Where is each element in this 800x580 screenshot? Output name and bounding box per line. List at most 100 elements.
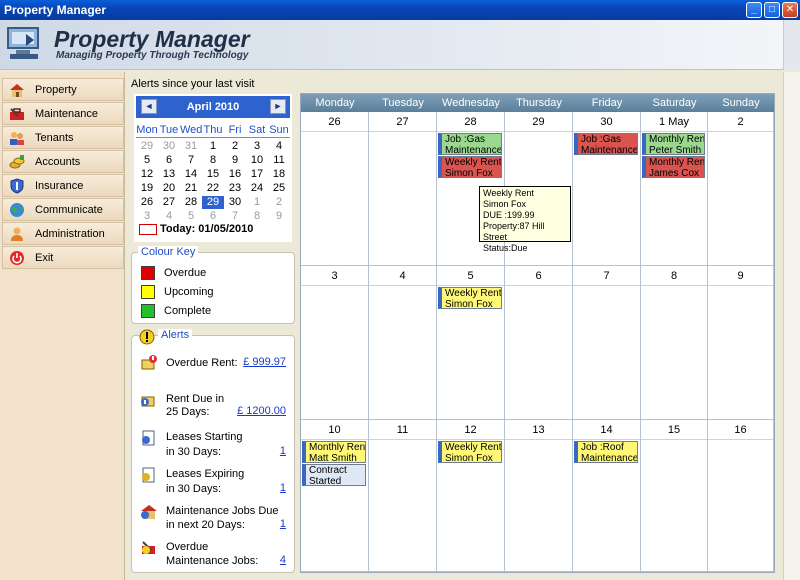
mini-calendar-day[interactable]: 29	[136, 140, 158, 153]
close-button[interactable]: ✕	[782, 2, 798, 18]
mini-calendar-day[interactable]: 6	[202, 210, 224, 223]
sidebar-item-insurance[interactable]: Insurance	[2, 174, 124, 197]
mini-calendar-day[interactable]: 2	[224, 140, 246, 153]
mini-calendar-day[interactable]: 3	[246, 140, 268, 153]
mini-calendar-day[interactable]: 23	[224, 182, 246, 195]
user-icon	[11, 227, 23, 241]
calendar-day-cell[interactable]: 7	[573, 266, 641, 420]
mini-calendar-day[interactable]: 2	[268, 196, 290, 209]
mini-calendar-day[interactable]: 7	[180, 154, 202, 167]
calendar-day-cell[interactable]: 13	[505, 420, 573, 572]
calendar-day-cell[interactable]: 27	[369, 112, 437, 266]
today-label[interactable]: Today: 01/05/2010	[160, 223, 253, 235]
mini-calendar-day[interactable]: 1	[202, 140, 224, 153]
sidebar-item-tenants[interactable]: Tenants	[2, 126, 124, 149]
mini-calendar-day[interactable]: 29	[202, 196, 224, 209]
calendar-event[interactable]: Monthly Rent James Cox	[642, 156, 705, 178]
sidebar-item-label: Communicate	[35, 204, 103, 216]
mini-calendar-day[interactable]: 7	[224, 210, 246, 223]
mini-calendar-day[interactable]: 21	[180, 182, 202, 195]
calendar-day-number: 8	[670, 270, 678, 282]
calendar-event[interactable]: Job :Gas Maintenance	[574, 133, 638, 155]
mini-calendar-day[interactable]: 27	[158, 196, 180, 209]
calendar-event[interactable]: Weekly Rent Simon Fox	[438, 441, 502, 463]
mini-calendar-day[interactable]: 14	[180, 168, 202, 181]
mini-calendar-day[interactable]: 19	[136, 182, 158, 195]
mini-calendar-day[interactable]: 1	[246, 196, 268, 209]
maintenance-overdue-value[interactable]: 4	[280, 554, 286, 566]
calendar-day-cell[interactable]: 11	[369, 420, 437, 572]
rent-due-value[interactable]: £ 1200.00	[237, 405, 286, 417]
banner-scrollbar[interactable]	[783, 20, 800, 70]
sidebar-item-communicate[interactable]: Communicate	[2, 198, 124, 221]
calendar-day-cell[interactable]: 9	[708, 266, 774, 420]
mini-calendar-day[interactable]: 24	[246, 182, 268, 195]
calendar-event[interactable]: Contract Started	[302, 464, 366, 486]
calendar-day-cell[interactable]: 26	[301, 112, 369, 266]
calendar-day-cell[interactable]: 16	[708, 420, 774, 572]
mini-calendar-day[interactable]: 31	[180, 140, 202, 153]
mini-calendar-day[interactable]: 16	[224, 168, 246, 181]
maintenance-due-days: in next 20 Days:	[166, 519, 245, 531]
overdue-label: Overdue	[164, 267, 207, 279]
mini-calendar-day[interactable]: 5	[180, 210, 202, 223]
leases-expiring-value[interactable]: 1	[280, 482, 286, 494]
mini-calendar-day[interactable]: 4	[268, 140, 290, 153]
upcoming-swatch	[141, 285, 155, 299]
mini-calendar-day[interactable]: 17	[246, 168, 268, 181]
overdue-swatch	[141, 266, 155, 280]
mini-calendar-day[interactable]: 8	[202, 154, 224, 167]
calendar-event[interactable]: Monthly Rent Peter Smith	[642, 133, 705, 155]
calendar-day-cell[interactable]: 15	[641, 420, 708, 572]
calendar-day-cell[interactable]: 2	[708, 112, 774, 266]
sidebar-item-property[interactable]: Property	[2, 78, 124, 101]
mini-calendar-day[interactable]: 30	[158, 140, 180, 153]
mini-calendar-day[interactable]: 30	[224, 196, 246, 209]
mini-calendar-day[interactable]: 28	[180, 196, 202, 209]
calendar-day-cell[interactable]: 3	[301, 266, 369, 420]
leases-starting-value[interactable]: 1	[280, 445, 286, 457]
sidebar-item-label: Tenants	[35, 132, 74, 144]
maintenance-overdue-label: Overdue	[166, 541, 209, 553]
overdue-rent-value[interactable]: £ 999.97	[243, 356, 286, 368]
sidebar-item-accounts[interactable]: Accounts	[2, 150, 124, 173]
maintenance-due-value[interactable]: 1	[280, 518, 286, 530]
calendar-day-cell[interactable]: 4	[369, 266, 437, 420]
mini-calendar-dow: Mon	[136, 124, 158, 136]
header-banner: Property Manager Managing Property Throu…	[0, 20, 800, 70]
mini-calendar-day[interactable]: 5	[136, 154, 158, 167]
mini-calendar-day[interactable]: 15	[202, 168, 224, 181]
sidebar-item-administration[interactable]: Administration	[2, 222, 124, 245]
mini-calendar-day[interactable]: 26	[136, 196, 158, 209]
vertical-scrollbar[interactable]	[783, 72, 800, 580]
mini-calendar-day[interactable]: 12	[136, 168, 158, 181]
calendar-event[interactable]: Job :Gas Maintenance	[438, 133, 502, 155]
calendar-event[interactable]: Weekly Rent Simon Fox	[438, 287, 502, 309]
calendar-event-text: Simon Fox	[445, 299, 493, 309]
calendar-day-cell[interactable]: 6	[505, 266, 573, 420]
mini-calendar-day[interactable]: 13	[158, 168, 180, 181]
mini-calendar-day[interactable]: 18	[268, 168, 290, 181]
calendar-event-text: Job :Gas	[445, 134, 486, 145]
mini-calendar-day[interactable]: 22	[202, 182, 224, 195]
mini-calendar-day[interactable]: 6	[158, 154, 180, 167]
sidebar-item-maintenance[interactable]: Maintenance	[2, 102, 124, 125]
mini-calendar-day[interactable]: 10	[246, 154, 268, 167]
next-month-button[interactable]: ►	[270, 99, 286, 114]
calendar-event[interactable]: Job :Roof Maintenance	[574, 441, 638, 463]
sidebar-item-exit[interactable]: Exit	[2, 246, 124, 269]
calendar-day-cell[interactable]: 8	[641, 266, 708, 420]
tooltip-line: Property:87 Hill Street	[483, 221, 545, 242]
mini-calendar-day[interactable]: 11	[268, 154, 290, 167]
mini-calendar-day[interactable]: 8	[246, 210, 268, 223]
mini-calendar-day[interactable]: 9	[268, 210, 290, 223]
mini-calendar-day[interactable]: 3	[136, 210, 158, 223]
mini-calendar-day[interactable]: 4	[158, 210, 180, 223]
calendar-event[interactable]: Monthly Rent Matt Smith	[302, 441, 366, 463]
minimize-button[interactable]: _	[746, 2, 762, 18]
calendar-event[interactable]: Weekly Rent Simon Fox	[438, 156, 502, 178]
mini-calendar-day[interactable]: 20	[158, 182, 180, 195]
maximize-button[interactable]: □	[764, 2, 780, 18]
mini-calendar-day[interactable]: 25	[268, 182, 290, 195]
mini-calendar-day[interactable]: 9	[224, 154, 246, 167]
